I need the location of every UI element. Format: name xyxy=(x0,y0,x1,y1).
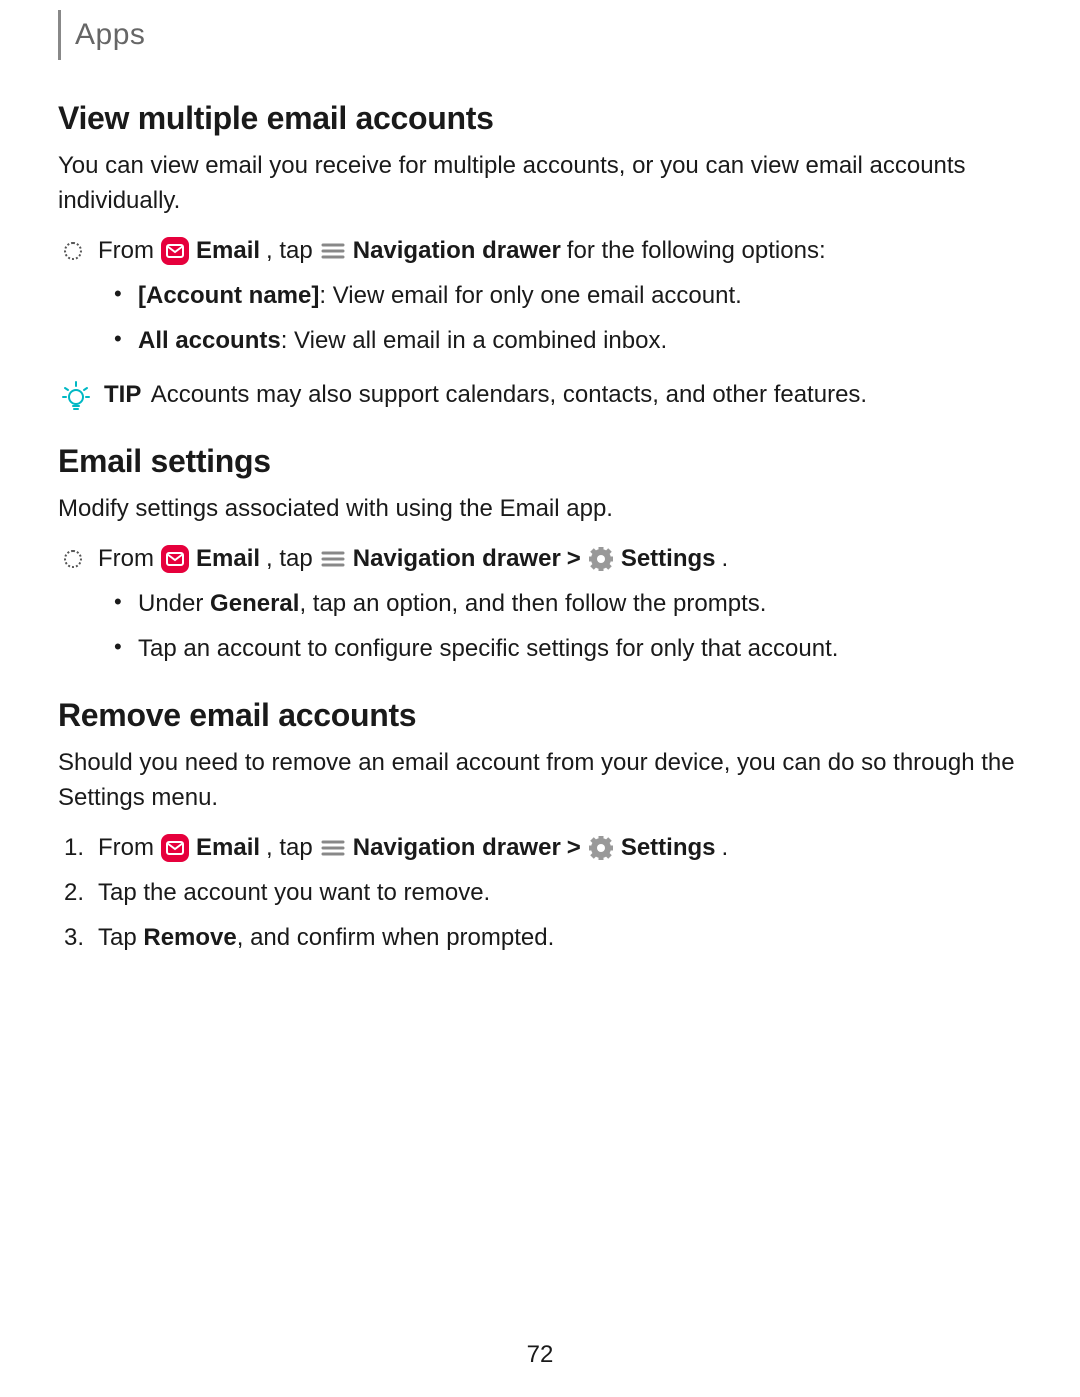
instruction-view-multiple: From Email , tap Navigation drawer for t… xyxy=(58,233,1022,269)
settings-label: Settings xyxy=(621,541,716,577)
text-general-prefix: Under xyxy=(138,590,210,617)
rest-all-accounts: : View all email in a combined inbox. xyxy=(281,327,667,354)
section-intro-email-settings: Modify settings associated with using th… xyxy=(58,492,1022,527)
text-from: From xyxy=(98,830,154,866)
dotted-circle-bullet-icon xyxy=(64,550,82,568)
step-1: 1. From Email , tap Navigation drawer > … xyxy=(58,830,1022,866)
sub-bullets-view-multiple: [Account name]: View email for only one … xyxy=(58,277,1022,359)
settings-gear-icon xyxy=(587,834,615,862)
rest-account-name: : View email for only one email account. xyxy=(319,282,741,309)
bold-account-name: [Account name] xyxy=(138,282,319,309)
section-intro-remove-accounts: Should you need to remove an email accou… xyxy=(58,746,1022,816)
dotted-circle-bullet-icon xyxy=(64,242,82,260)
email-icon xyxy=(160,236,190,266)
step-3: 3. Tap Remove, and confirm when prompted… xyxy=(58,919,1022,956)
step-text: Tap the account you want to remove. xyxy=(98,879,490,906)
text-period: . xyxy=(722,541,729,577)
step-2: 2. Tap the account you want to remove. xyxy=(58,874,1022,911)
text-tap: , tap xyxy=(266,541,313,577)
text-tap: , tap xyxy=(266,233,313,269)
email-icon xyxy=(160,833,190,863)
text-general-rest: , tap an option, and then follow the pro… xyxy=(299,590,766,617)
text-period: . xyxy=(722,830,729,866)
email-label: Email xyxy=(196,541,260,577)
step-prefix: Tap xyxy=(98,924,143,951)
bold-all-accounts: All accounts xyxy=(138,327,281,354)
email-label: Email xyxy=(196,233,260,269)
section-title-view-multiple: View multiple email accounts xyxy=(58,100,1022,137)
text-tap: , tap xyxy=(266,830,313,866)
bold-general: General xyxy=(210,590,299,617)
bullet-account-specific: Tap an account to configure specific set… xyxy=(138,630,1022,667)
tip-row: TIP Accounts may also support calendars,… xyxy=(58,377,1022,413)
text-tail: for the following options: xyxy=(567,233,826,269)
nav-drawer-label: Navigation drawer xyxy=(353,541,561,577)
tip-label: TIP xyxy=(104,381,141,408)
bold-remove: Remove xyxy=(143,924,236,951)
breadcrumb-chevron: > xyxy=(567,830,581,866)
steps-remove-accounts: 1. From Email , tap Navigation drawer > … xyxy=(58,830,1022,956)
bullet-account-name: [Account name]: View email for only one … xyxy=(138,277,1022,314)
page-number: 72 xyxy=(0,1341,1080,1369)
breadcrumb-chevron: > xyxy=(567,541,581,577)
text-from: From xyxy=(98,233,154,269)
step-number: 1. xyxy=(64,830,90,866)
section-title-remove-accounts: Remove email accounts xyxy=(58,697,1022,734)
section-title-email-settings: Email settings xyxy=(58,443,1022,480)
step-number: 2. xyxy=(64,874,84,911)
settings-label: Settings xyxy=(621,830,716,866)
navigation-drawer-icon xyxy=(319,834,347,862)
tip-lightbulb-icon xyxy=(60,379,92,411)
step-number: 3. xyxy=(64,919,84,956)
settings-gear-icon xyxy=(587,545,615,573)
breadcrumb: Apps xyxy=(58,10,1022,60)
instruction-email-settings: From Email , tap Navigation drawer > Set… xyxy=(58,541,1022,577)
bullet-general: Under General, tap an option, and then f… xyxy=(138,585,1022,622)
bullet-all-accounts: All accounts: View all email in a combin… xyxy=(138,322,1022,359)
email-label: Email xyxy=(196,830,260,866)
sub-bullets-email-settings: Under General, tap an option, and then f… xyxy=(58,585,1022,667)
step-rest: , and confirm when prompted. xyxy=(237,924,555,951)
nav-drawer-label: Navigation drawer xyxy=(353,233,561,269)
navigation-drawer-icon xyxy=(319,545,347,573)
document-page: Apps View multiple email accounts You ca… xyxy=(0,0,1080,1397)
breadcrumb-label: Apps xyxy=(75,18,145,52)
nav-drawer-label: Navigation drawer xyxy=(353,830,561,866)
text-from: From xyxy=(98,541,154,577)
section-intro-view-multiple: You can view email you receive for multi… xyxy=(58,149,1022,219)
navigation-drawer-icon xyxy=(319,237,347,265)
header-rule xyxy=(58,10,61,60)
email-icon xyxy=(160,544,190,574)
tip-content: TIP Accounts may also support calendars,… xyxy=(104,377,867,413)
tip-text: Accounts may also support calendars, con… xyxy=(151,381,867,408)
